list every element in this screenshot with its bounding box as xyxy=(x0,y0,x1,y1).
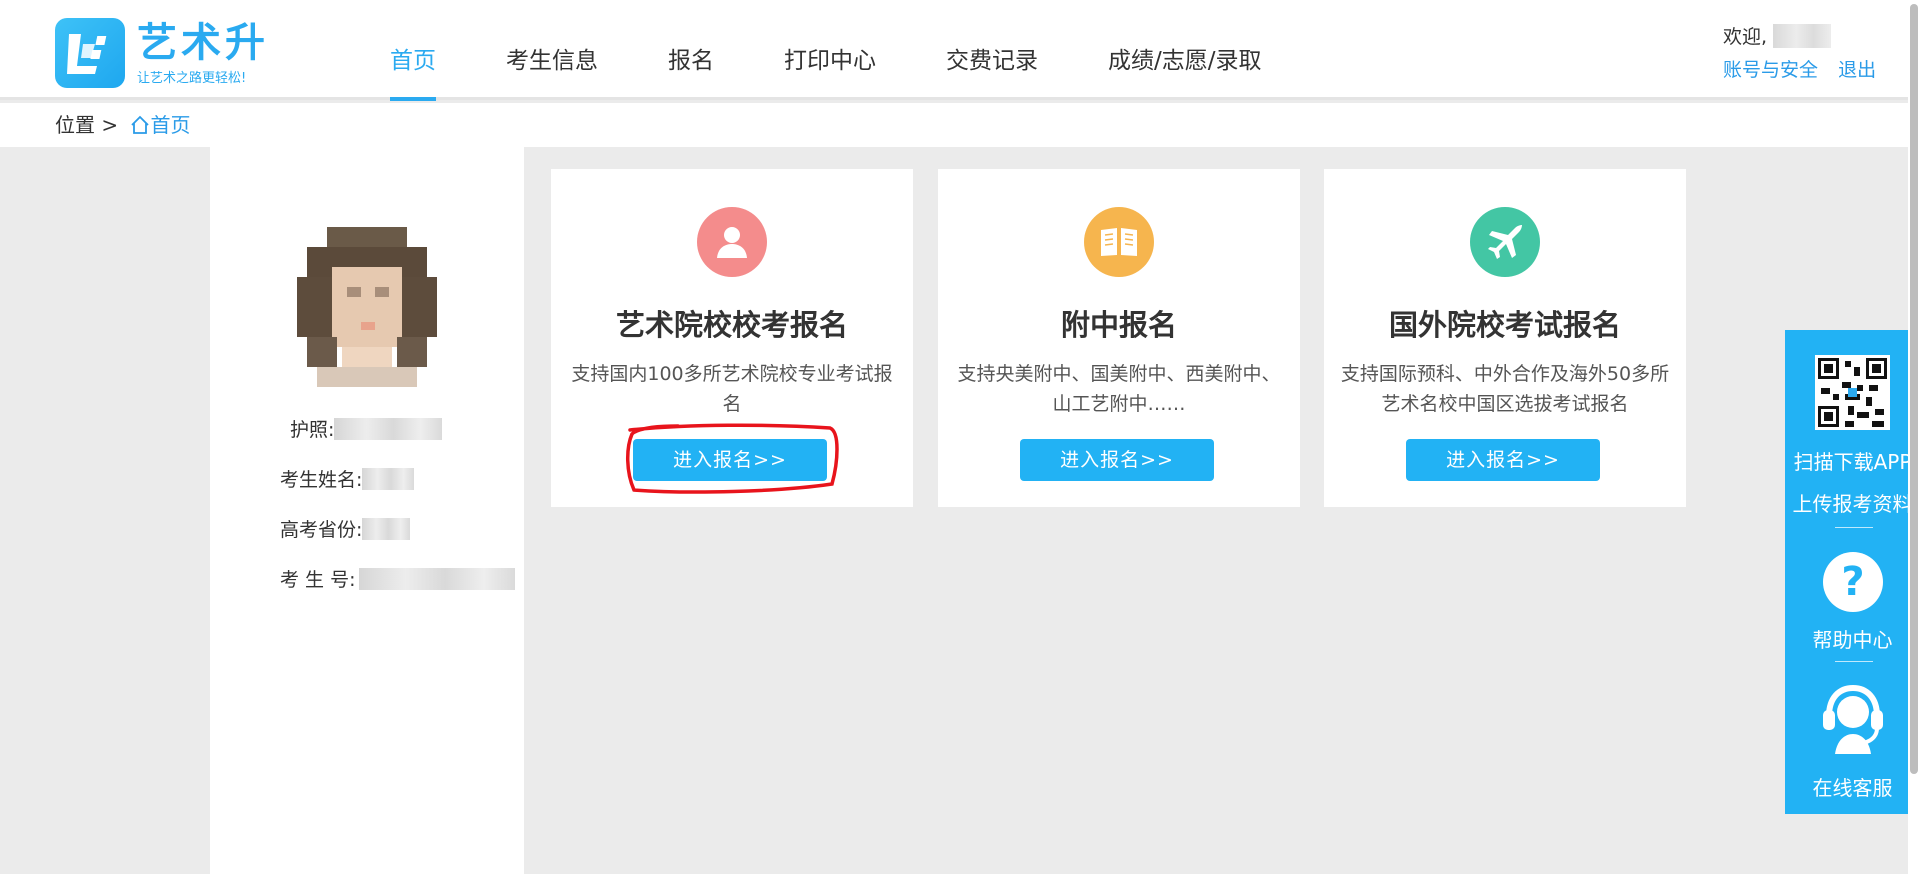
enter-registration-button[interactable]: 进入报名>> xyxy=(1020,439,1214,481)
avatar xyxy=(297,227,437,387)
logo-title: 艺术升 xyxy=(137,19,269,66)
name-value-redacted xyxy=(362,467,415,490)
nav-registration[interactable]: 报名 xyxy=(668,0,714,100)
province-row: 高考省份: xyxy=(280,515,411,542)
name-label: 考生姓名: xyxy=(280,469,363,491)
logo-slogan: 让艺术之路更轻松! xyxy=(137,70,247,86)
annotation-highlight-loop xyxy=(626,423,839,494)
breadcrumb: 位置 > 首页 xyxy=(0,103,1908,147)
nav-print-center[interactable]: 打印中心 xyxy=(784,0,876,100)
help-center-text[interactable]: 帮助中心 xyxy=(1785,624,1920,653)
name-row: 考生姓名: xyxy=(280,465,415,492)
page-scrollbar[interactable] xyxy=(1908,0,1920,874)
province-label: 高考省份: xyxy=(280,519,363,541)
card-title: 艺术院校校考报名 xyxy=(615,308,848,342)
profile-panel: 护照: 考生姓名: 高考省份: 考 生 号: xyxy=(210,147,524,874)
breadcrumb-prefix: 位置 > xyxy=(55,113,119,137)
top-header: 艺术升 让艺术之路更轻松! 首页 考生信息 报名 打印中心 交费记录 成绩/志愿… xyxy=(0,0,1920,101)
exam-no-label: 考 生 号: xyxy=(280,569,356,591)
user-icon xyxy=(697,207,767,277)
nav-scores-admission[interactable]: 成绩/志愿/录取 xyxy=(1108,0,1262,100)
user-box: 欢迎, 账号与安全 退出 xyxy=(1723,22,1890,82)
passport-row: 护照: xyxy=(290,415,443,442)
logo-mark-icon xyxy=(55,18,125,88)
online-service-text[interactable]: 在线客服 xyxy=(1785,772,1920,801)
province-value-redacted xyxy=(362,517,411,540)
card-desc: 支持央美附中、国美附中、西美附中、山工艺附中…… xyxy=(957,363,1281,415)
help-question-icon[interactable]: ? xyxy=(1823,552,1883,612)
passport-label: 护照: xyxy=(290,419,335,441)
breadcrumb-home[interactable]: 首页 xyxy=(150,113,190,137)
card-title: 国外院校考试报名 xyxy=(1388,308,1621,342)
scrollbar-thumb[interactable] xyxy=(1910,4,1918,774)
card-overseas-school: 国外院校考试报名 支持国际预科、中外合作及海外50多所艺术名校中国区选拔考试报名… xyxy=(1324,169,1686,507)
card-affiliated-high-school: 附中报名 支持央美附中、国美附中、西美附中、山工艺附中…… 进入报名>> xyxy=(938,169,1300,507)
card-title: 附中报名 xyxy=(1060,308,1177,342)
site-logo[interactable]: 艺术升 让艺术之路更轻松! xyxy=(55,18,269,88)
airplane-icon xyxy=(1470,207,1540,277)
book-icon xyxy=(1084,207,1154,277)
passport-value-redacted xyxy=(334,417,443,440)
welcome-text: 欢迎, xyxy=(1723,26,1768,48)
home-icon[interactable] xyxy=(130,106,150,150)
nav-home[interactable]: 首页 xyxy=(390,0,436,101)
qr-code-icon[interactable] xyxy=(1815,355,1890,430)
scan-download-app-text[interactable]: 扫描下载APP xyxy=(1785,446,1920,475)
account-security-link[interactable]: 账号与安全 xyxy=(1723,59,1818,81)
divider xyxy=(1835,661,1873,662)
exam-no-row: 考 生 号: xyxy=(280,565,516,592)
card-desc: 支持国内100多所艺术院校专业考试报名 xyxy=(571,363,893,415)
nav-candidate-info[interactable]: 考生信息 xyxy=(506,0,598,100)
exam-no-value-redacted xyxy=(359,567,516,590)
floating-side-panel: 扫描下载APP 上传报考资料 ? 帮助中心 在线客服 xyxy=(1785,330,1920,814)
main-nav: 首页 考生信息 报名 打印中心 交费记录 成绩/志愿/录取 xyxy=(390,0,1332,101)
username-redacted xyxy=(1773,23,1832,48)
logout-link[interactable]: 退出 xyxy=(1838,59,1876,81)
customer-service-icon[interactable] xyxy=(1819,682,1887,754)
divider xyxy=(1835,527,1873,528)
enter-registration-button[interactable]: 进入报名>> xyxy=(1406,439,1600,481)
card-desc: 支持国际预科、中外合作及海外50多所艺术名校中国区选拔考试报名 xyxy=(1340,363,1670,415)
upload-materials-text[interactable]: 上传报考资料 xyxy=(1785,488,1920,517)
nav-payment-records[interactable]: 交费记录 xyxy=(946,0,1038,100)
